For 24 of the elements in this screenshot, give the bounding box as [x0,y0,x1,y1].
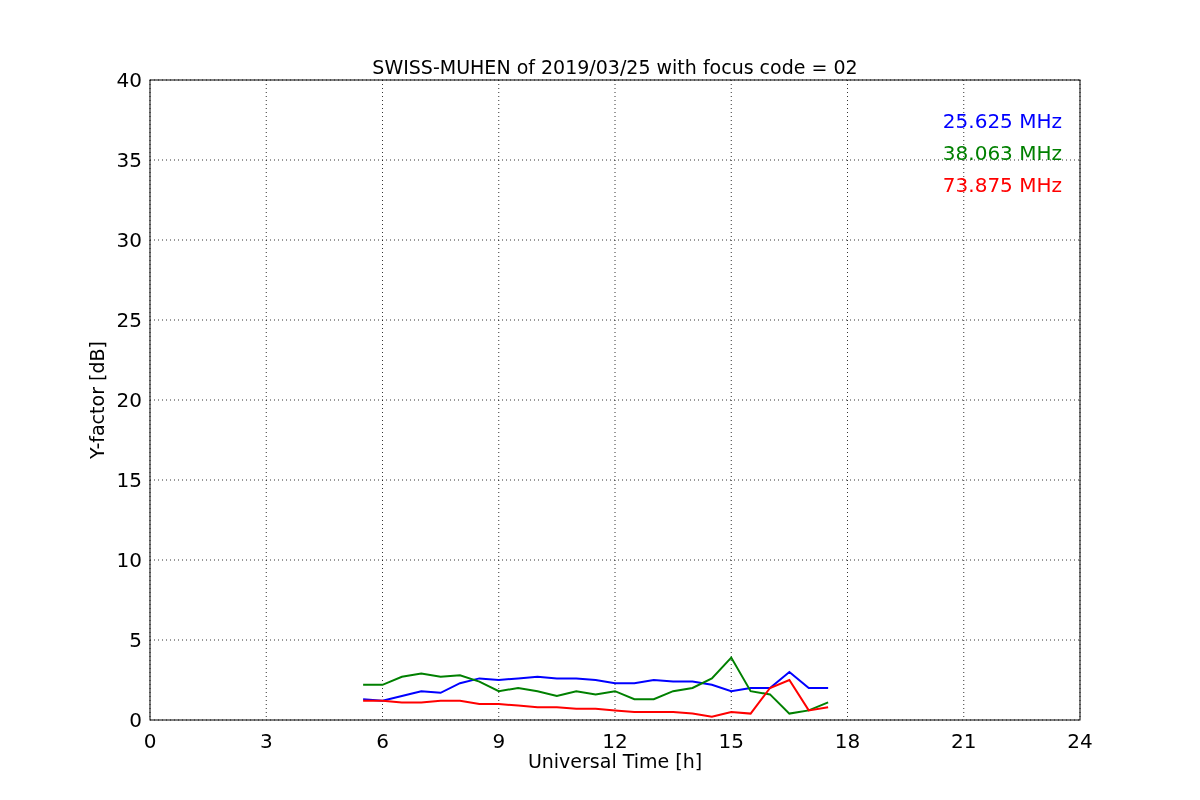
y-tick-label: 40 [116,68,142,92]
chart-title: SWISS-MUHEN of 2019/03/25 with focus code = 02 [372,56,858,78]
x-tick-label: 9 [492,729,506,753]
legend-label: 25.625 MHz [942,109,1062,133]
y-tick-label: 5 [129,628,142,652]
x-tick-label: 18 [834,729,861,753]
y-tick-label: 20 [116,388,142,412]
x-tick-label: 15 [718,729,744,753]
y-tick-label: 0 [129,708,142,732]
y-tick-label: 25 [116,308,142,332]
x-tick-label: 0 [143,729,157,753]
x-tick-label: 24 [1067,729,1093,753]
y-tick-label: 35 [116,148,142,172]
legend-label: 73.875 MHz [942,173,1062,197]
x-tick-label: 3 [259,729,273,753]
legend-label: 38.063 MHz [942,141,1062,165]
y-axis-label: Y-factor [dB] [86,341,108,459]
y-tick-label: 15 [116,468,142,492]
x-tick-label: 12 [602,729,628,753]
x-tick-label: 21 [951,729,977,753]
y-tick-label: 30 [116,228,142,252]
x-axis-label: Universal Time [h] [527,750,703,772]
y-tick-label: 10 [116,548,142,572]
x-tick-label: 6 [376,729,389,753]
